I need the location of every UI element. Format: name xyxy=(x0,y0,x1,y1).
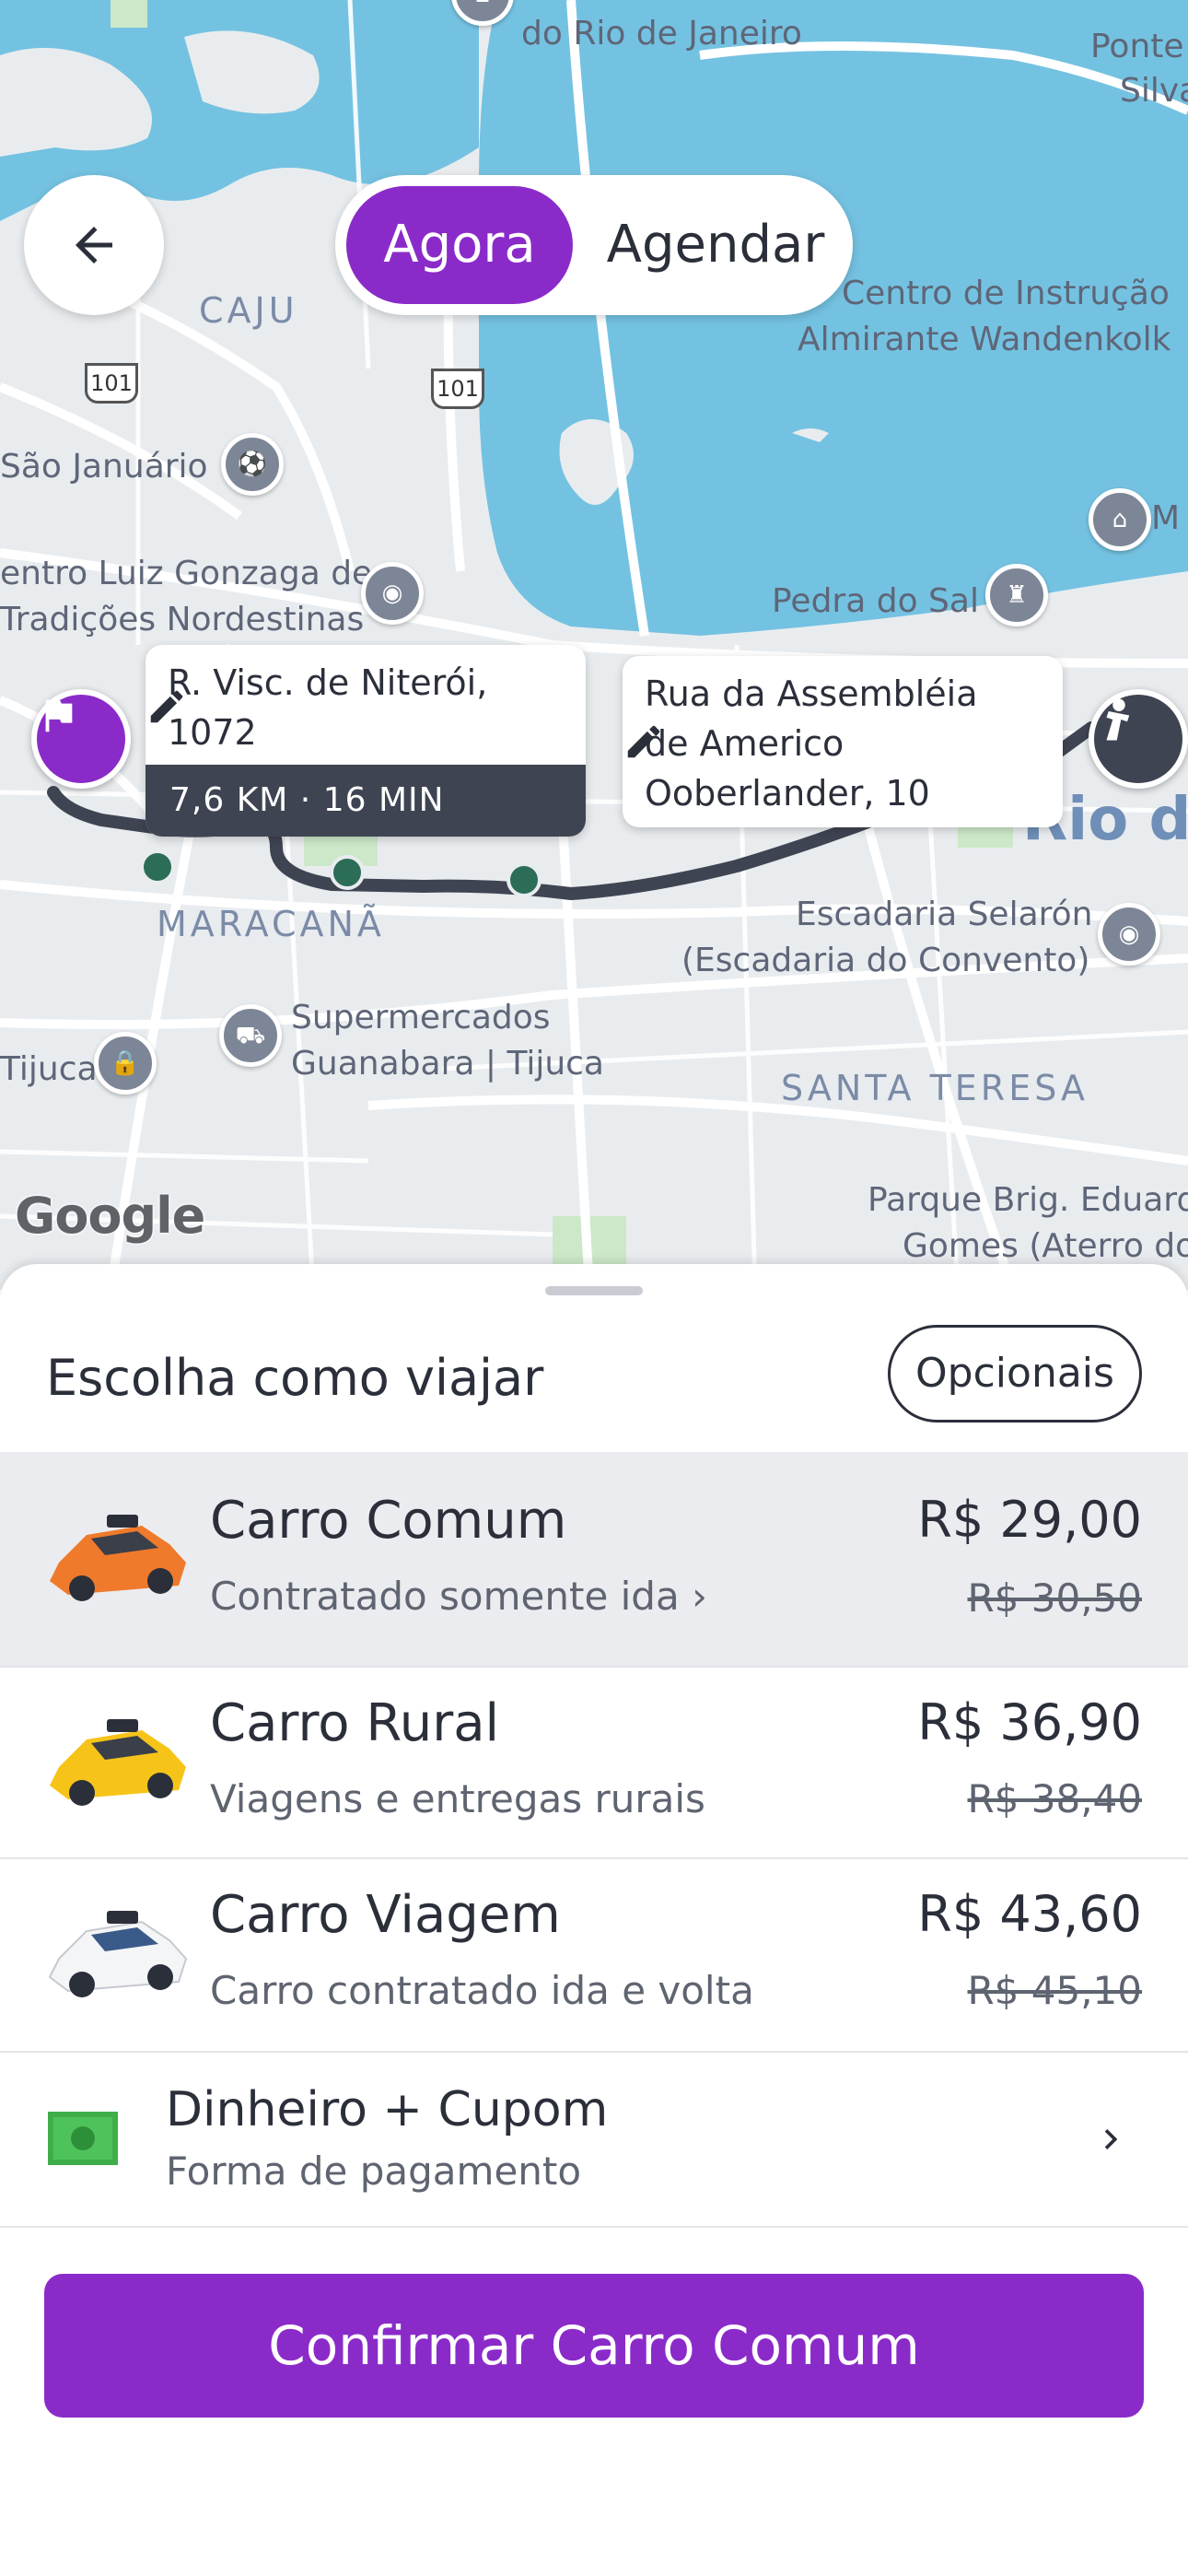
payment-method-row[interactable]: Dinheiro + Cupom Forma de pagamento xyxy=(0,2051,1188,2228)
edit-origin-pencil-icon[interactable] xyxy=(146,685,188,728)
chevron-right-icon xyxy=(1104,2129,1118,2149)
ride-name: Carro Rural xyxy=(210,1693,500,1753)
toggle-schedule[interactable]: Agendar xyxy=(591,186,840,304)
toggle-now[interactable]: Agora xyxy=(346,186,573,304)
map-label: (Escadaria do Convento) xyxy=(681,942,1090,979)
map-label: Centro de Instrução xyxy=(842,275,1170,312)
google-logo: Google xyxy=(15,1187,205,1245)
route-eta-badge: 7,6 KM · 16 MIN xyxy=(146,765,586,837)
destination-address: Rua da Assembléia de Americo Ooberlander… xyxy=(645,673,978,814)
sheet-title: Escolha como viajar xyxy=(46,1349,544,1407)
map-label: Parque Brig. Eduard xyxy=(868,1181,1188,1219)
poi-shopping-cart-icon[interactable]: ⛟ xyxy=(219,1004,282,1067)
cash-icon xyxy=(48,2112,118,2165)
transit-stop-icon xyxy=(140,849,175,884)
poi-lock-icon[interactable]: 🔒 xyxy=(94,1032,157,1095)
transit-stop-icon xyxy=(330,855,365,890)
poi-camera-icon[interactable]: ◉ xyxy=(1098,903,1160,966)
sheet-drag-handle[interactable] xyxy=(545,1286,643,1295)
ride-option-carro-viagem[interactable]: Carro Viagem Carro contratado ida e volt… xyxy=(0,1857,1188,2053)
map-label: M xyxy=(1151,499,1181,537)
ride-old-price: R$ 30,50 xyxy=(967,1575,1143,1621)
ride-description: Carro contratado ida e volta xyxy=(210,1968,754,2013)
edit-destination-pencil-icon[interactable] xyxy=(623,720,665,763)
destination-address-card[interactable]: Rua da Assembléia de Americo Ooberlander… xyxy=(623,656,1063,827)
chevron-right-icon: › xyxy=(692,1574,707,1619)
white-taxi-icon xyxy=(48,1911,188,1997)
ride-price: R$ 29,00 xyxy=(917,1491,1142,1549)
destination-person-icon[interactable] xyxy=(1089,689,1188,789)
orange-taxi-icon xyxy=(50,1515,186,1601)
payment-label: Dinheiro + Cupom xyxy=(166,2082,609,2137)
ride-description: Viagens e entregas rurais xyxy=(210,1776,705,1821)
poi-museum-icon[interactable]: ⌂ xyxy=(1089,488,1151,551)
map-label: Gomes (Aterro do xyxy=(903,1227,1188,1265)
map-label: entro Luiz Gonzaga de xyxy=(0,555,373,592)
poi-stadium-icon[interactable]: ⚽ xyxy=(221,433,284,496)
map-label: São Januário xyxy=(0,448,208,486)
map-label: Guanabara | Tijuca xyxy=(291,1045,604,1083)
ride-old-price: R$ 45,10 xyxy=(967,1968,1143,2013)
time-toggle[interactable]: Agora Agendar xyxy=(335,175,853,315)
ride-name: Carro Viagem xyxy=(210,1885,561,1945)
poi-camera-icon[interactable]: ◉ xyxy=(361,562,424,625)
origin-address-card[interactable]: R. Visc. de Niterói, 1072 7,6 KM · 16 MI… xyxy=(146,645,586,837)
map-label: Almirante Wandenkolk xyxy=(798,321,1171,358)
back-button[interactable] xyxy=(24,175,164,315)
ride-name: Carro Comum xyxy=(210,1491,567,1551)
ride-old-price: R$ 38,40 xyxy=(967,1776,1143,1821)
map-label: Tradições Nordestinas xyxy=(0,601,365,638)
ride-price: R$ 43,60 xyxy=(917,1885,1142,1943)
map-label-district: CAJU xyxy=(199,290,298,331)
yellow-taxi-icon xyxy=(50,1719,186,1806)
ride-option-carro-comum[interactable]: Carro Comum Contratado somente ida › R$ … xyxy=(0,1452,1188,1668)
map-label-district: MARACANÃ xyxy=(157,904,385,944)
map-label: Silva xyxy=(1120,72,1188,110)
poi-landmark-icon[interactable]: ♜ xyxy=(985,564,1048,626)
map-label: Escadaria Selarón xyxy=(796,896,1093,933)
road-shield: 101 xyxy=(431,369,484,409)
origin-address: R. Visc. de Niterói, 1072 xyxy=(168,662,488,753)
ride-description: Contratado somente ida › xyxy=(210,1574,707,1619)
confirm-ride-button[interactable]: Confirmar Carro Comum xyxy=(44,2274,1144,2418)
options-button[interactable]: Opcionais xyxy=(888,1325,1142,1423)
map-label-district: SANTA TERESA xyxy=(781,1068,1089,1108)
ride-option-carro-rural[interactable]: Carro Rural Viagens e entregas rurais R$… xyxy=(0,1666,1188,1859)
map-label: Supermercados xyxy=(291,999,551,1036)
ride-price: R$ 36,90 xyxy=(917,1693,1142,1751)
payment-sub: Forma de pagamento xyxy=(166,2149,582,2194)
arrow-left-icon xyxy=(76,227,112,263)
transit-stop-icon xyxy=(507,862,542,897)
road-shield: 101 xyxy=(85,363,138,404)
origin-flag-icon[interactable] xyxy=(31,689,131,789)
map-label: Tijuca xyxy=(0,1050,98,1088)
map-label: Pedra do Sal xyxy=(772,582,979,620)
map-label: do Rio de Janeiro xyxy=(521,15,802,53)
map-label: Ponte xyxy=(1090,28,1184,65)
